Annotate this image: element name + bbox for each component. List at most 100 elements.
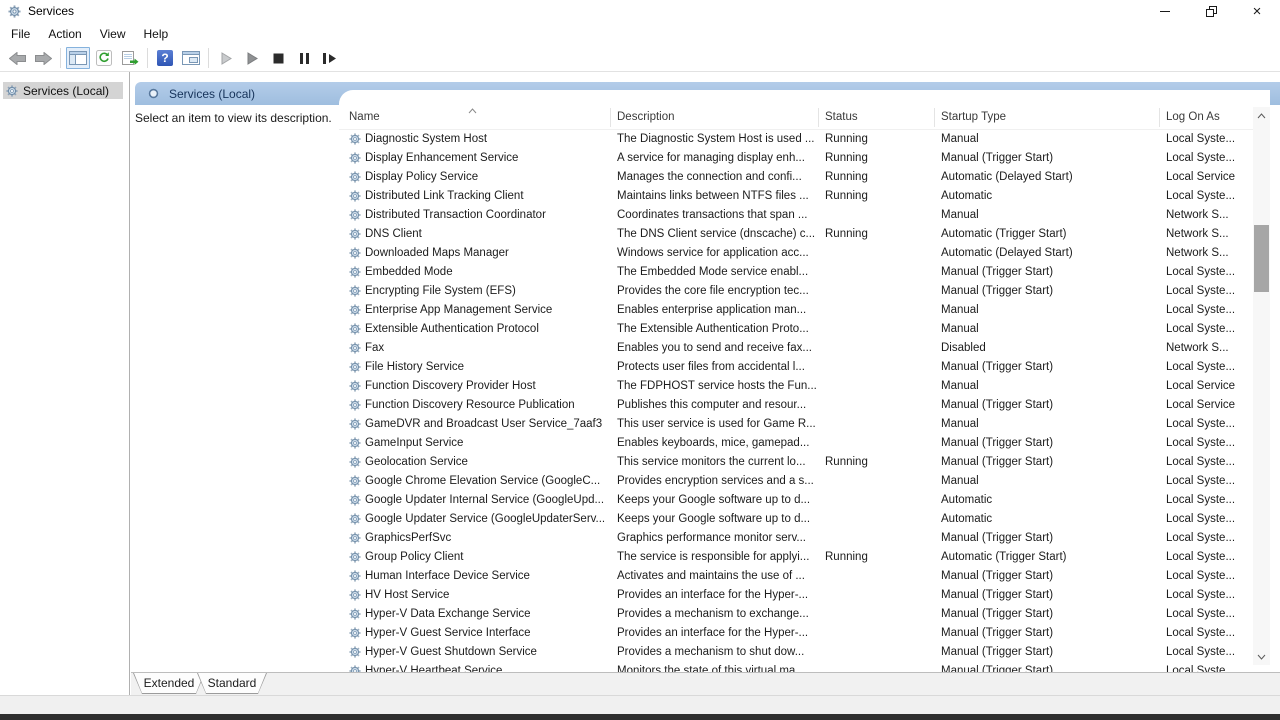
menu-action[interactable]: Action — [39, 27, 90, 41]
service-description: Manages the connection and confi... — [617, 168, 821, 187]
service-startup-type: Manual (Trigger Start) — [941, 529, 1161, 548]
table-row[interactable]: Google Updater Internal Service (GoogleU… — [339, 491, 1253, 510]
table-row[interactable]: Function Discovery Resource Publication … — [339, 396, 1253, 415]
properties-window-button[interactable] — [179, 47, 203, 69]
table-row[interactable]: GameDVR and Broadcast User Service_7aaf3… — [339, 415, 1253, 434]
stop-service-button[interactable] — [266, 47, 290, 69]
start-service-button[interactable] — [214, 47, 238, 69]
service-gear-icon — [349, 228, 361, 241]
service-log-on-as: Local Syste... — [1166, 605, 1253, 624]
table-row[interactable]: Human Interface Device Service Activates… — [339, 567, 1253, 586]
table-row[interactable]: Group Policy Client The service is respo… — [339, 548, 1253, 567]
close-button[interactable]: × — [1234, 0, 1280, 22]
pause-service-button[interactable] — [292, 47, 316, 69]
restore-button[interactable] — [1188, 0, 1234, 22]
refresh-button[interactable] — [92, 47, 116, 69]
column-header-description[interactable]: Description — [617, 111, 675, 123]
restart-service-button[interactable] — [318, 47, 342, 69]
service-startup-type: Automatic (Trigger Start) — [941, 225, 1161, 244]
service-startup-type: Automatic (Trigger Start) — [941, 548, 1161, 567]
service-description: A service for managing display enh... — [617, 149, 821, 168]
column-header-status[interactable]: Status — [825, 111, 858, 123]
service-gear-icon — [349, 399, 361, 412]
table-row[interactable]: Hyper-V Guest Service Interface Provides… — [339, 624, 1253, 643]
service-startup-type: Manual — [941, 206, 1161, 225]
service-status: Running — [825, 149, 935, 168]
export-list-button[interactable] — [118, 47, 142, 69]
column-separator[interactable] — [1159, 108, 1160, 127]
table-row[interactable]: Google Chrome Elevation Service (GoogleC… — [339, 472, 1253, 491]
table-row[interactable]: Google Updater Service (GoogleUpdaterSer… — [339, 510, 1253, 529]
service-startup-type: Manual — [941, 472, 1161, 491]
service-name: Encrypting File System (EFS) — [365, 282, 611, 301]
column-header-startup-type[interactable]: Startup Type — [941, 111, 1006, 123]
table-row[interactable]: HV Host Service Provides an interface fo… — [339, 586, 1253, 605]
table-row[interactable]: GraphicsPerfSvc Graphics performance mon… — [339, 529, 1253, 548]
tab-standard[interactable]: Standard — [197, 673, 267, 694]
service-startup-type: Manual (Trigger Start) — [941, 624, 1161, 643]
column-separator[interactable] — [610, 108, 611, 127]
tab-extended[interactable]: Extended — [133, 673, 205, 694]
service-log-on-as: Local Syste... — [1166, 320, 1253, 339]
table-row[interactable]: Embedded Mode The Embedded Mode service … — [339, 263, 1253, 282]
service-name: Hyper-V Guest Service Interface — [365, 624, 611, 643]
service-startup-type: Manual (Trigger Start) — [941, 282, 1161, 301]
service-log-on-as: Local Syste... — [1166, 301, 1253, 320]
column-header-name[interactable]: Name — [349, 111, 380, 123]
table-row[interactable]: GameInput Service Enables keyboards, mic… — [339, 434, 1253, 453]
service-name: Google Chrome Elevation Service (GoogleC… — [365, 472, 611, 491]
table-row[interactable]: Hyper-V Guest Shutdown Service Provides … — [339, 643, 1253, 662]
column-separator[interactable] — [818, 108, 819, 127]
scrollbar-thumb[interactable] — [1254, 225, 1269, 292]
show-console-tree-button[interactable] — [66, 47, 90, 69]
service-startup-type: Manual — [941, 301, 1161, 320]
service-description: Enables keyboards, mice, gamepad... — [617, 434, 821, 453]
service-description: This service monitors the current lo... — [617, 453, 821, 472]
column-header-log-on-as[interactable]: Log On As — [1166, 111, 1220, 123]
minimize-button[interactable] — [1142, 0, 1188, 22]
table-row[interactable]: Fax Enables you to send and receive fax.… — [339, 339, 1253, 358]
services-gear-icon — [6, 85, 18, 97]
play-icon — [221, 52, 232, 65]
menu-file[interactable]: File — [2, 27, 39, 41]
service-log-on-as: Local Syste... — [1166, 187, 1253, 206]
table-row[interactable]: DNS Client The DNS Client service (dnsca… — [339, 225, 1253, 244]
sidebar-item-services-local[interactable]: Services (Local) — [3, 82, 123, 99]
service-startup-type: Automatic — [941, 510, 1161, 529]
service-gear-icon — [349, 418, 361, 431]
service-description: Enables you to send and receive fax... — [617, 339, 821, 358]
table-row[interactable]: Hyper-V Data Exchange Service Provides a… — [339, 605, 1253, 624]
forward-button[interactable] — [31, 47, 55, 69]
table-row[interactable]: Hyper-V Heartbeat Service Monitors the s… — [339, 662, 1253, 672]
scroll-up-icon[interactable] — [1253, 107, 1270, 124]
scroll-down-icon[interactable] — [1253, 648, 1270, 665]
table-row[interactable]: Enterprise App Management Service Enable… — [339, 301, 1253, 320]
table-row[interactable]: Downloaded Maps Manager Windows service … — [339, 244, 1253, 263]
table-row[interactable]: Distributed Transaction Coordinator Coor… — [339, 206, 1253, 225]
table-row[interactable]: Display Policy Service Manages the conne… — [339, 168, 1253, 187]
service-startup-type: Manual (Trigger Start) — [941, 263, 1161, 282]
service-name: Geolocation Service — [365, 453, 611, 472]
table-row[interactable]: Function Discovery Provider Host The FDP… — [339, 377, 1253, 396]
play-icon — [247, 52, 258, 65]
service-status — [825, 491, 935, 510]
service-name: Enterprise App Management Service — [365, 301, 611, 320]
table-row[interactable]: Geolocation Service This service monitor… — [339, 453, 1253, 472]
service-log-on-as: Local Syste... — [1166, 586, 1253, 605]
column-separator[interactable] — [934, 108, 935, 127]
service-gear-icon — [349, 570, 361, 583]
resume-service-button[interactable] — [240, 47, 264, 69]
table-row[interactable]: Diagnostic System Host The Diagnostic Sy… — [339, 130, 1253, 149]
table-row[interactable]: Encrypting File System (EFS) Provides th… — [339, 282, 1253, 301]
table-row[interactable]: Distributed Link Tracking Client Maintai… — [339, 187, 1253, 206]
menu-view[interactable]: View — [91, 27, 135, 41]
back-button[interactable] — [5, 47, 29, 69]
list-header: Name Description Status Startup Type Log… — [339, 105, 1253, 130]
help-button[interactable]: ? — [153, 47, 177, 69]
vertical-scrollbar[interactable] — [1253, 107, 1270, 665]
table-row[interactable]: File History Service Protects user files… — [339, 358, 1253, 377]
table-row[interactable]: Extensible Authentication Protocol The E… — [339, 320, 1253, 339]
table-row[interactable]: Display Enhancement Service A service fo… — [339, 149, 1253, 168]
service-description: Activates and maintains the use of ... — [617, 567, 821, 586]
menu-help[interactable]: Help — [135, 27, 178, 41]
